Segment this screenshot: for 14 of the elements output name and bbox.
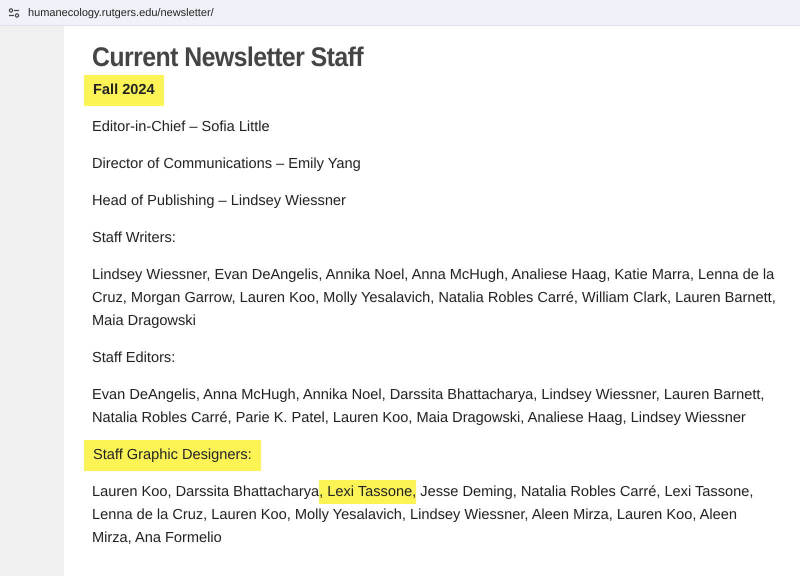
address-bar[interactable]: humanecology.rutgers.edu/newsletter/ bbox=[0, 0, 800, 26]
paragraph-text: Evan DeAngelis, Anna McHugh, Annika Noel, Darssita Bhattacharya, Lindsey Wiessner, Lauren Barnett, Natalia Robles Carré, Parie K. Patel, Lauren Koo, Maia Dragowski, Analiese Haag, Lindsey Wiessner bbox=[92, 386, 766, 428]
site-settings-icon[interactable] bbox=[8, 8, 20, 18]
page-title: Current Newsletter Staff bbox=[92, 42, 364, 73]
paragraph-text: Head of Publishing – Lindsey Wiessner bbox=[92, 192, 346, 211]
url-text: humanecology.rutgers.edu/newsletter/ bbox=[28, 6, 214, 18]
section-heading: Fall 2024 bbox=[84, 75, 164, 106]
paragraph-text: Staff Writers: bbox=[92, 229, 176, 248]
paragraph-text: Director of Communications – Emily Yang bbox=[92, 155, 361, 174]
paragraph-text: Lindsey Wiessner, Evan DeAngelis, Annika Noel, Anna McHugh, Analiese Haag, Katie Marra, Lenna de la Cruz, Morgan Garrow, Lauren Koo, Molly Yesalavich, Natalia Robles Carré, William Clark, Lauren Barnett, Maia Dragowski bbox=[92, 266, 776, 331]
paragraph-text: Staff Editors: bbox=[92, 349, 176, 368]
paragraph-text: Staff Graphic Designers: bbox=[84, 440, 261, 471]
paragraph-text: Editor-in-Chief – Sofia Little bbox=[92, 118, 270, 137]
paragraph-text: Lauren Koo, Darssita Bhattacharya, Lexi Tassone, Jesse Deming, Natalia Robles Carré, Lexi Tassone, Lenna de la Cruz, Lauren Koo, Molly Yesalavich, Lindsey Wiessner, Aleen Mirza, Lauren Koo, Aleen Mirza, Ana Formelio bbox=[92, 481, 776, 550]
